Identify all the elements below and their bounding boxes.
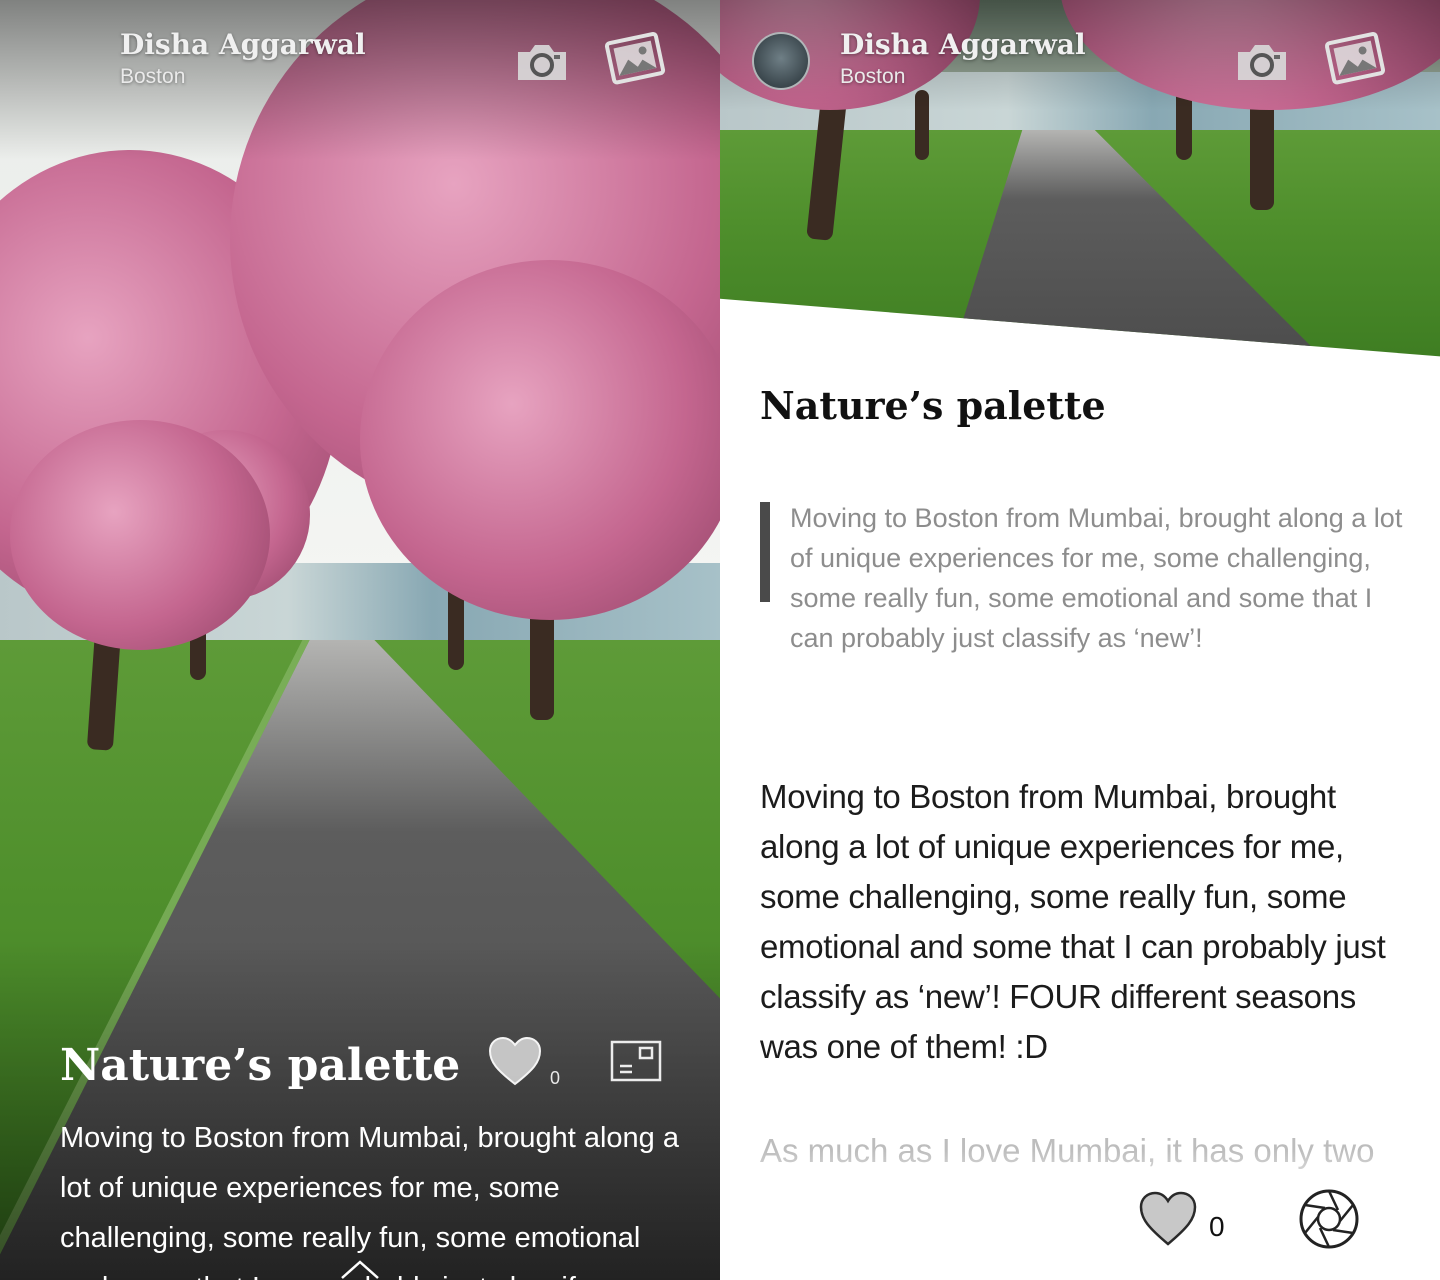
camera-icon[interactable] [1234, 38, 1290, 86]
author-name[interactable]: Disha Aggarwal [840, 28, 1086, 61]
like-count: 0 [550, 1068, 561, 1088]
card-view-icon[interactable] [610, 1040, 662, 1082]
avatar[interactable] [752, 32, 810, 90]
post-excerpt: Moving to Boston from Mumbai, brought al… [60, 1122, 679, 1280]
heart-icon[interactable] [1138, 1190, 1198, 1248]
gallery-icon[interactable] [604, 28, 668, 88]
post-title[interactable]: Nature’s palette [60, 1040, 460, 1091]
like-count: 0 [1209, 1211, 1225, 1242]
chevron-up-icon[interactable] [340, 1258, 380, 1280]
author-location: Boston [840, 65, 906, 88]
shutter-icon[interactable] [1298, 1188, 1360, 1250]
quote-bar [760, 502, 770, 602]
post-cover-view: Disha Aggarwal Boston Nature’s palette 0 [0, 0, 720, 1280]
camera-icon[interactable] [514, 38, 570, 86]
author-name[interactable]: Disha Aggarwal [120, 28, 366, 61]
gallery-icon[interactable] [1324, 28, 1388, 88]
post-title: Nature’s palette [760, 383, 1106, 428]
author-location: Boston [120, 65, 186, 88]
post-body: Moving to Boston from Mumbai, brought al… [760, 778, 1386, 1065]
heart-icon[interactable] [487, 1036, 543, 1088]
pull-quote: Moving to Boston from Mumbai, brought al… [790, 503, 1403, 653]
post-detail-view: Disha Aggarwal Boston Nature’s palette M… [720, 0, 1440, 1280]
